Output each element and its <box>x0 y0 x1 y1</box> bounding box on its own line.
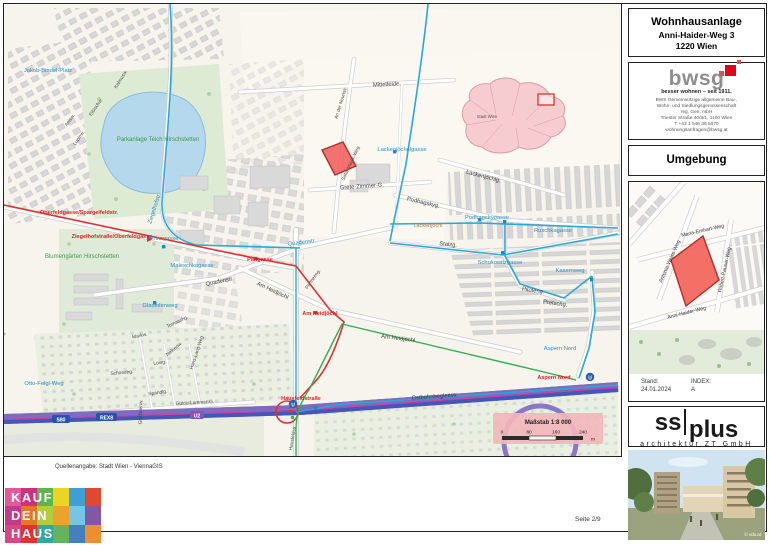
stand-label: Stand: <box>641 379 671 387</box>
plan-sheet: Stadt Wien S80 REX8 U2 U U Jakob-Bindel-… <box>0 0 770 545</box>
kdh-tile <box>85 506 101 524</box>
kdh-line: DEIN <box>11 507 54 525</box>
kdh-tile <box>69 506 85 524</box>
render-midblock-band <box>683 494 723 497</box>
stand-col: Stand: 24.01.2024 <box>641 379 671 394</box>
kdh-line: HAUS <box>11 525 54 543</box>
source-note: Quellenangabe: Stadt Wien - ViennaGIS <box>55 464 163 470</box>
lbl-gladiolen-v: Gladiolenw. <box>138 399 145 424</box>
scalebar-unit: m <box>591 438 595 443</box>
lbl-gladiolen: Gladiolenweg <box>142 303 177 309</box>
umgebung-map-box: Maria-Emhart-Weg Antonia-Weiss-Weg Rober… <box>628 181 765 402</box>
main-map: Stadt Wien S80 REX8 U2 U U Jakob-Bindel-… <box>3 3 622 457</box>
lbl-blumen: Blumengärten Hirschstetten <box>45 254 119 260</box>
kdh-tile <box>53 488 69 506</box>
kdh-wordmark: KAUF DEIN HAUS <box>11 489 54 544</box>
u-badge-aspern: U <box>588 375 592 381</box>
lbl-aspern-b: Aspern Nord <box>544 346 577 352</box>
index-col: INDEX: A <box>691 379 711 394</box>
scalebar-t1: 80 <box>526 430 532 436</box>
lbl-stop-pang: Pangasse <box>247 257 273 263</box>
kdh-tile <box>85 525 101 543</box>
inset-city-label: Stadt Wien <box>477 114 498 119</box>
stand-index-row: Stand: 24.01.2024 INDEX: A <box>629 374 764 403</box>
bwsg-pixel-icon <box>737 60 741 64</box>
lbl-lackenjg: Lackenjöchelgasse <box>377 147 426 153</box>
lbl-podhagskygasse: Podhagskygasse <box>465 215 509 221</box>
ssplus-logo: ssplus <box>629 409 764 435</box>
bwsg-pixel-icon <box>719 71 724 76</box>
umgebung-heading: Umgebung <box>629 154 764 166</box>
scale-bar: Maßstab 1:8 000 0 80 160 240 m <box>493 413 603 444</box>
kdh-tile <box>69 525 85 543</box>
ssplus-plus: plus <box>689 416 738 443</box>
lbl-ruschka: Ruschkagasse <box>534 228 572 234</box>
lbl-schukowitz: Schukowitzgasse <box>478 260 523 266</box>
index-label: INDEX: <box>691 379 711 387</box>
bwsg-logo: bwsg <box>669 67 725 91</box>
lbl-ottofeigl: Otto-Feigl-Weg <box>24 381 63 387</box>
housing-top <box>54 8 224 62</box>
stand-value: 24.01.2024 <box>641 387 671 395</box>
project-city: 1220 Wien <box>629 41 764 51</box>
lbl-stop-heidj: Am Heidjöchl <box>302 311 338 317</box>
lbl-aspern-stn: Aspern Nord <box>537 375 570 381</box>
bwsg-addr-line: wohnungsanfragen@bwsg.at <box>629 128 764 134</box>
inset-location-marker <box>538 94 554 105</box>
ssplus-bar <box>684 409 686 435</box>
lbl-jakob: Jakob-Bindel-Platz <box>24 68 72 74</box>
render-midblock <box>683 486 723 512</box>
scalebar-t3: 240 <box>579 430 587 436</box>
main-map-svg: Stadt Wien S80 REX8 U2 U U Jakob-Bindel-… <box>4 4 621 456</box>
lbl-stop-oberfeld: Oberfeldgasse/Spargelfeldstr. <box>40 210 118 216</box>
rex-badge: REX8 <box>100 416 113 422</box>
kdh-tile <box>53 506 69 524</box>
project-address: Anni-Haider-Weg 3 <box>629 30 764 40</box>
lbl-stop-ziegelhof: Ziegelhofstraße/Oberfeldgasse <box>72 234 153 240</box>
render-tree-right2 <box>747 489 765 507</box>
scalebar-t0: 0 <box>501 430 504 436</box>
lbl-kasernweg: Kasernweg <box>555 268 584 274</box>
rendering-image: © vdx.at <box>628 450 765 540</box>
bwsg-pixel-icon <box>725 65 736 76</box>
architect-block: ssplus architektur ZT GmbH <box>628 406 765 447</box>
ssplus-ss: ss <box>655 409 682 436</box>
render-credit: © vdx.at <box>744 531 761 537</box>
lbl-lackenj: Lackenjöchl <box>413 223 442 229</box>
u2-badge: U2 <box>194 414 201 420</box>
inset-green <box>629 330 764 374</box>
lbl-prinzg: Prinzgasse <box>150 236 179 242</box>
render-tree-left2 <box>634 492 654 512</box>
render-cloud <box>668 457 708 467</box>
scalebar-title: Maßstab 1:8 000 <box>525 420 572 426</box>
kdh-line: KAUF <box>11 489 54 507</box>
kaufdeinhaus-logo: KAUF DEIN HAUS <box>5 488 101 543</box>
u-badge-hausfeld: U <box>291 402 295 408</box>
umgebung-heading-box: Umgebung <box>628 145 765 176</box>
index-value: A <box>691 387 711 395</box>
bwsg-block: bwsg besser wohnen – seit 1911. BWS Geme… <box>628 62 765 140</box>
scalebar-t2: 160 <box>552 430 560 436</box>
kdh-tile <box>53 525 69 543</box>
bwsg-address: BWS Gemeinnützige allgemeine Bau-, Wohn-… <box>629 98 764 134</box>
umgebung-map-svg: Maria-Emhart-Weg Antonia-Weiss-Weg Rober… <box>629 182 764 374</box>
s80-badge: S80 <box>57 418 66 424</box>
kdh-tile <box>69 488 85 506</box>
lbl-maleschka: Maleschkagasse <box>170 263 213 269</box>
page-number: Seite 2/9 <box>575 516 601 523</box>
rendering-svg: © vdx.at <box>628 450 765 540</box>
project-title: Wohnhausanlage <box>629 16 764 28</box>
lbl-park: Parkanlage Teich Hirschstetten <box>117 137 200 143</box>
title-block: Wohnhausanlage Anni-Haider-Weg 3 1220 Wi… <box>628 8 765 57</box>
bwsg-wordmark: bwsg <box>669 67 725 90</box>
lbl-stop-hausfeld: Hausfeldstraße <box>281 396 321 402</box>
kdh-tile <box>85 488 101 506</box>
